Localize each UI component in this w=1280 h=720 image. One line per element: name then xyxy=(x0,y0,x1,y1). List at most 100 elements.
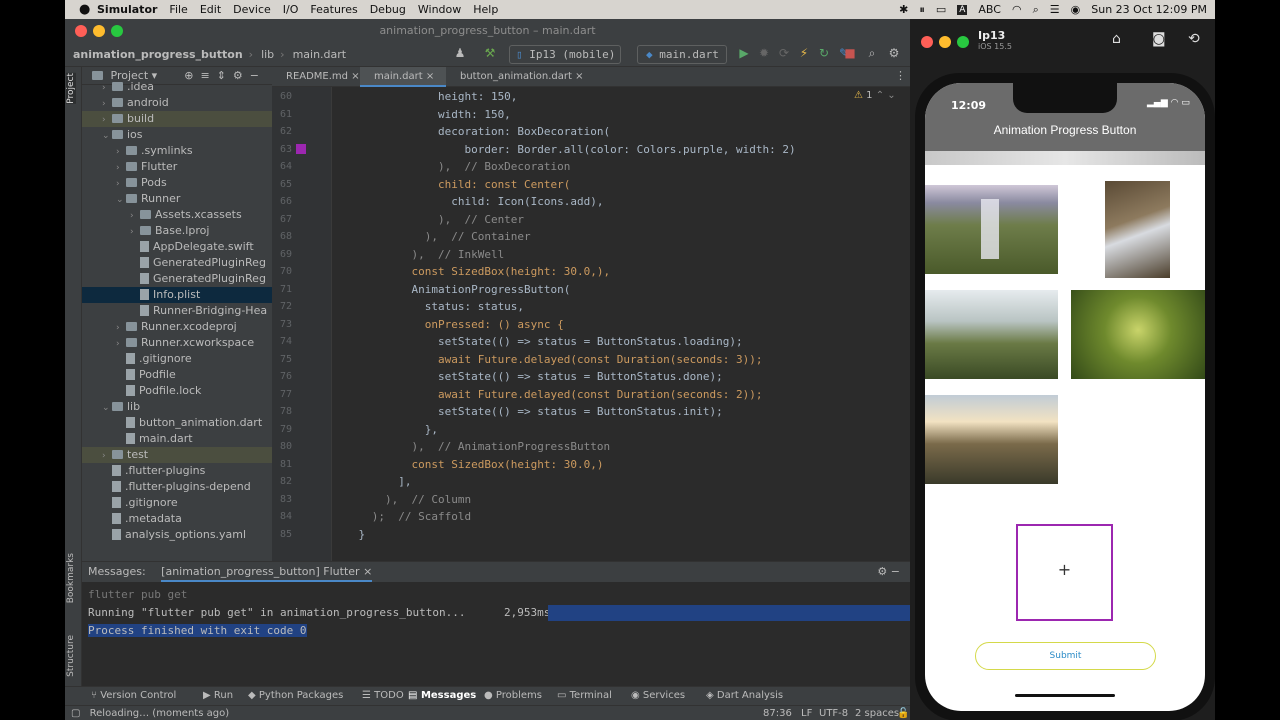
tree-item[interactable]: button_animation.dart xyxy=(82,415,272,431)
tree-item[interactable]: › .symlinks xyxy=(82,143,272,159)
chevron-down-icon[interactable]: ⌄ xyxy=(102,400,112,416)
hot-reload-icon[interactable]: ⚡ xyxy=(797,46,811,60)
tab-readme[interactable]: README.md × xyxy=(272,67,360,87)
wifi-icon[interactable]: ◠ xyxy=(1012,3,1022,16)
tab-run[interactable]: ▶ Run xyxy=(203,690,233,701)
add-box[interactable]: + xyxy=(1016,524,1113,621)
tree-item[interactable]: .metadata xyxy=(82,511,272,527)
tree-item[interactable]: › Assets.xcassets xyxy=(82,207,272,223)
sim-close-icon[interactable] xyxy=(921,36,933,48)
code-line[interactable]: ], xyxy=(332,475,411,488)
code-line[interactable]: const SizedBox(height: 30.0,), xyxy=(332,265,610,278)
file-encoding[interactable]: UTF-8 xyxy=(819,706,848,720)
code-line[interactable]: child: const Center( xyxy=(332,178,570,191)
messages-tab[interactable]: [animation_progress_button] Flutter × xyxy=(161,565,373,582)
device-selector[interactable]: ▯ Ip13 (mobile) ▾ xyxy=(509,45,621,78)
leaves-image[interactable] xyxy=(1071,290,1205,379)
chevron-right-icon[interactable]: › xyxy=(116,320,126,336)
rotate-icon[interactable]: ⟲ xyxy=(1188,31,1200,47)
input-mode[interactable]: ABC xyxy=(978,3,1001,16)
run-config-selector[interactable]: ◆ main.dart ▾ xyxy=(637,45,727,78)
tree-item[interactable]: .flutter-plugins-depend xyxy=(82,479,272,495)
tab-todo[interactable]: ☰ TODO xyxy=(362,690,404,701)
chevron-right-icon[interactable]: › xyxy=(102,112,112,128)
tree-item[interactable]: GeneratedPluginReg xyxy=(82,255,272,271)
minimize-window-icon[interactable] xyxy=(93,25,105,37)
stream-image[interactable] xyxy=(1105,181,1170,278)
tab-python-packages[interactable]: ◆ Python Packages xyxy=(248,690,343,701)
tree-item[interactable]: Runner-Bridging-Hea xyxy=(82,303,272,319)
code-line[interactable]: ), // Column xyxy=(332,493,471,506)
code-line[interactable]: ), // BoxDecoration xyxy=(332,160,570,173)
apple-menu-icon[interactable]: ● xyxy=(65,2,90,17)
tab-messages[interactable]: ▤ Messages xyxy=(408,690,476,701)
chevron-right-icon[interactable]: › xyxy=(130,208,140,224)
code-line[interactable]: } xyxy=(332,528,365,541)
tree-item[interactable]: analysis_options.yaml xyxy=(82,527,272,543)
code-line[interactable]: decoration: BoxDecoration( xyxy=(332,125,610,138)
tree-item[interactable]: ⌄ lib xyxy=(82,399,272,415)
tree-item[interactable]: Info.plist xyxy=(82,287,272,303)
stop-icon[interactable]: ■ xyxy=(843,46,857,60)
input-source-icon[interactable]: A xyxy=(957,4,968,15)
search-icon[interactable]: ⌕ xyxy=(1033,3,1039,17)
line-separator[interactable]: LF xyxy=(801,706,812,720)
siri-icon[interactable]: ◉ xyxy=(1071,3,1081,16)
menu-simulator[interactable]: Simulator xyxy=(97,3,157,16)
menu-io[interactable]: I/O xyxy=(283,3,299,16)
tree-item[interactable]: ⌄ Runner xyxy=(82,191,272,207)
chevron-right-icon[interactable]: › xyxy=(102,96,112,112)
tab-button-animation[interactable]: button_animation.dart × xyxy=(446,67,598,87)
menu-file[interactable]: File xyxy=(169,3,187,16)
code-line[interactable]: width: 150, xyxy=(332,108,511,121)
clock[interactable]: Sun 23 Oct 12:09 PM xyxy=(1091,3,1207,16)
breadcrumb-file[interactable]: main.dart xyxy=(293,48,347,61)
code-line[interactable]: child: Icon(Icons.add), xyxy=(332,195,603,208)
code-line[interactable]: ), // InkWell xyxy=(332,248,504,261)
code-line[interactable]: ), // AnimationProgressButton xyxy=(332,440,610,453)
tree-item[interactable]: .gitignore xyxy=(82,495,272,511)
control-center-icon[interactable]: ☰ xyxy=(1050,3,1060,16)
tree-item[interactable]: › Runner.xcodeproj xyxy=(82,319,272,335)
tree-item[interactable]: GeneratedPluginReg xyxy=(82,271,272,287)
tree-item[interactable]: AppDelegate.swift xyxy=(82,239,272,255)
tree-item[interactable]: › test xyxy=(82,447,272,463)
code-line[interactable]: setState(() => status = ButtonStatus.loa… xyxy=(332,335,743,348)
tree-item[interactable]: › Pods xyxy=(82,175,272,191)
code-line[interactable]: status: status, xyxy=(332,300,524,313)
caret-position[interactable]: 87:36 xyxy=(763,706,792,720)
breadcrumb-lib[interactable]: lib xyxy=(261,48,274,61)
user-icon[interactable]: ♟ xyxy=(453,46,467,60)
profile-icon[interactable]: ⟳ xyxy=(777,46,791,60)
code-line[interactable]: AnimationProgressButton( xyxy=(332,283,570,296)
chevron-right-icon[interactable]: › xyxy=(102,448,112,464)
build-hammer-icon[interactable]: ⚒ xyxy=(483,46,497,60)
tree-item[interactable]: Podfile.lock xyxy=(82,383,272,399)
chevron-right-icon[interactable]: › xyxy=(130,224,140,240)
battery-icon[interactable]: ▭ xyxy=(936,3,946,16)
menu-features[interactable]: Features xyxy=(310,3,357,16)
tree-item[interactable]: › Flutter xyxy=(82,159,272,175)
tree-item[interactable]: .gitignore xyxy=(82,351,272,367)
chevron-right-icon[interactable]: › xyxy=(116,176,126,192)
bookmarks-tool-tab[interactable]: Bookmarks xyxy=(66,553,76,603)
code-line[interactable]: setState(() => status = ButtonStatus.don… xyxy=(332,370,723,383)
tree-item[interactable]: › Runner.xcworkspace xyxy=(82,335,272,351)
sim-minimize-icon[interactable] xyxy=(939,36,951,48)
structure-tool-tab[interactable]: Structure xyxy=(66,635,76,677)
tab-dart-analysis[interactable]: ◈ Dart Analysis xyxy=(706,690,783,701)
tab-version-control[interactable]: ⑂ Version Control xyxy=(91,690,176,701)
messages-settings-icon[interactable]: ⚙ − xyxy=(877,562,900,582)
chevron-right-icon[interactable]: › xyxy=(116,144,126,160)
tab-services[interactable]: ◉ Services xyxy=(631,690,685,701)
menu-debug[interactable]: Debug xyxy=(370,3,406,16)
bluetooth-icon[interactable]: ✱ xyxy=(899,3,908,16)
tree-item[interactable]: .flutter-plugins xyxy=(82,463,272,479)
chevron-down-icon[interactable]: ⌄ xyxy=(116,192,126,208)
code-line[interactable]: ); // Scaffold xyxy=(332,510,471,523)
code-line[interactable]: const SizedBox(height: 30.0,) xyxy=(332,458,603,471)
tree-item[interactable]: › android xyxy=(82,95,272,111)
submit-button[interactable]: Submit xyxy=(975,642,1156,670)
tab-terminal[interactable]: ▭ Terminal xyxy=(557,690,612,701)
chevron-right-icon[interactable]: › xyxy=(102,80,112,96)
